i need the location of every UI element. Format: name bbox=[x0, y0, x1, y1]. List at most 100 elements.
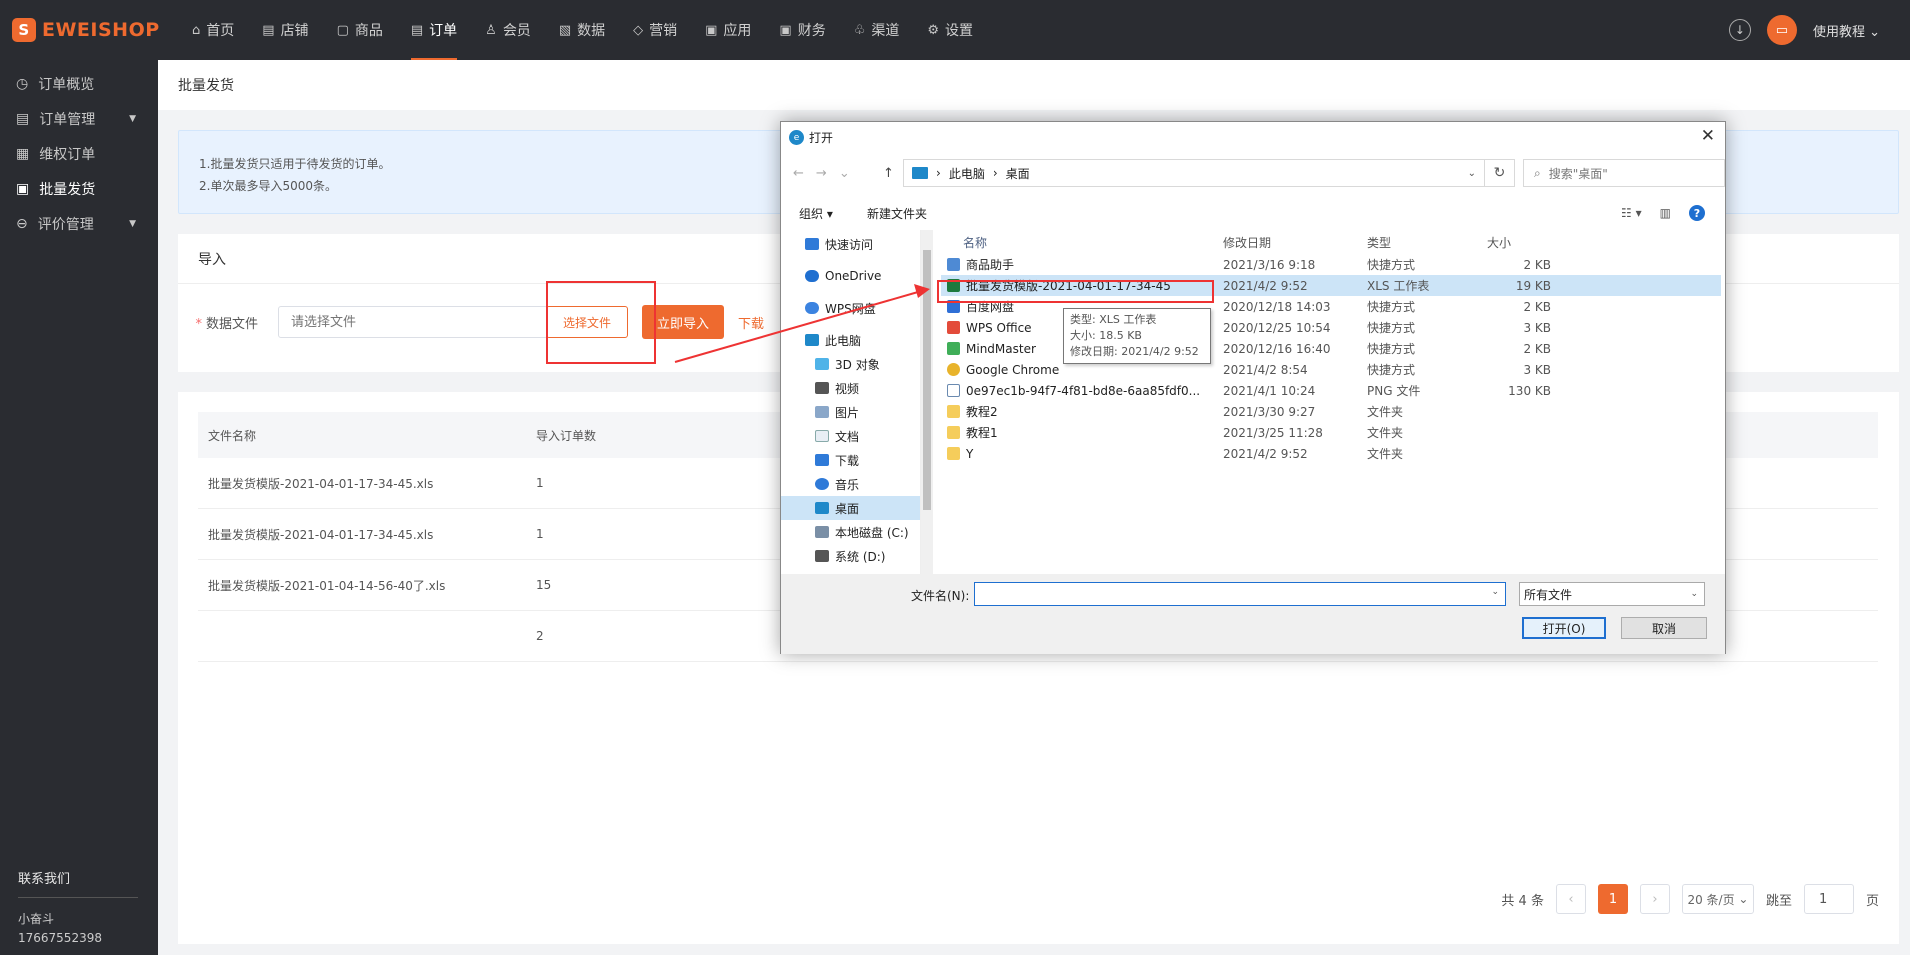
address-bar[interactable]: › 此电脑 › 桌面 ⌄ bbox=[903, 159, 1485, 187]
sidebar-item-rights[interactable]: ▦ 维权订单 bbox=[0, 136, 158, 171]
nav-pictures[interactable]: 图片 bbox=[781, 400, 920, 424]
forward-arrow-icon[interactable]: → bbox=[816, 166, 827, 181]
nav-videos[interactable]: 视频 bbox=[781, 376, 920, 400]
view-mode-icon[interactable]: ☷ ▾ bbox=[1621, 206, 1642, 220]
nav-3d-objects[interactable]: 3D 对象 bbox=[781, 352, 920, 376]
close-icon[interactable]: ✕ bbox=[1701, 126, 1715, 146]
cancel-button[interactable]: 取消 bbox=[1621, 617, 1707, 639]
back-arrow-icon[interactable]: ← bbox=[793, 166, 804, 181]
help-icon[interactable]: ? bbox=[1689, 205, 1705, 221]
chevron-down-icon[interactable]: ⌄ bbox=[1491, 587, 1499, 597]
nav-item-settings[interactable]: ⚙ 设置 bbox=[913, 0, 987, 60]
sidebar-item-overview[interactable]: ◷ 订单概览 bbox=[0, 66, 158, 101]
path-segment[interactable]: 此电脑 bbox=[949, 165, 985, 182]
file-row[interactable]: Google Chrome 2021/4/2 8:54 快捷方式 3 KB bbox=[941, 359, 1721, 380]
preview-pane-icon[interactable]: ▥ bbox=[1660, 206, 1671, 220]
file-size: 2 KB bbox=[1523, 341, 1551, 356]
nav-item-finance[interactable]: ▣ 财务 bbox=[765, 0, 839, 60]
sidebar-item-batch-ship[interactable]: ▣ 批量发货 bbox=[0, 171, 158, 206]
avatar[interactable]: ▭ bbox=[1766, 15, 1797, 45]
chevron-down-icon: ⌄ bbox=[1869, 24, 1880, 40]
filetype-select[interactable]: 所有文件 ⌄ bbox=[1519, 582, 1705, 606]
nav-onedrive[interactable]: OneDrive bbox=[781, 264, 920, 288]
scrollbar-thumb[interactable] bbox=[923, 250, 931, 510]
file-date: 2021/4/2 9:52 bbox=[1223, 446, 1308, 461]
file-row[interactable]: 教程2 2021/3/30 9:27 文件夹 bbox=[941, 401, 1721, 422]
next-page-button[interactable]: › bbox=[1639, 884, 1670, 914]
file-date: 2021/4/1 10:24 bbox=[1223, 383, 1316, 398]
download-template-link[interactable]: 下载 bbox=[738, 313, 764, 332]
cloud-icon bbox=[805, 302, 819, 314]
nav-item-members[interactable]: ♙ 会员 bbox=[471, 0, 545, 60]
path-separator: › bbox=[992, 166, 998, 180]
current-page[interactable]: 1 bbox=[1597, 884, 1628, 914]
nav-pane-label: WPS网盘 bbox=[825, 301, 876, 316]
file-row[interactable]: MindMaster 2020/12/16 16:40 快捷方式 2 KB bbox=[941, 338, 1721, 359]
nav-desktop[interactable]: 桌面 bbox=[781, 496, 920, 520]
nav-documents[interactable]: 文档 bbox=[781, 424, 920, 448]
nav-item-home[interactable]: ⌂ 首页 bbox=[178, 0, 248, 60]
contact-title: 联系我们 bbox=[18, 868, 138, 898]
sidebar-item-label: 批量发货 bbox=[39, 181, 96, 198]
column-date[interactable]: 修改日期 bbox=[1217, 234, 1361, 251]
file-name: Google Chrome bbox=[966, 362, 1060, 377]
page-size-select[interactable]: 20 条/页 ⌄ bbox=[1681, 884, 1754, 914]
dialog-titlebar: e 打开 ✕ bbox=[781, 122, 1725, 152]
download-icon[interactable]: ↓ bbox=[1728, 19, 1751, 41]
search-box[interactable]: ⌕ 搜索"桌面" bbox=[1523, 159, 1725, 187]
nav-drive-d[interactable]: 系统 (D:) bbox=[781, 544, 920, 568]
member-icon: ♙ bbox=[485, 22, 497, 38]
cell-filename: 批量发货模版-2021-04-01-17-34-45.xls bbox=[208, 476, 434, 491]
file-row[interactable]: 商品助手 2021/3/16 9:18 快捷方式 2 KB bbox=[941, 254, 1721, 275]
brand-logo[interactable]: S EWEISHOP bbox=[12, 16, 160, 44]
filename-input[interactable]: ⌄ bbox=[974, 582, 1506, 606]
nav-wps-drive[interactable]: WPS网盘 bbox=[781, 296, 920, 320]
file-date: 2021/4/2 8:54 bbox=[1223, 362, 1308, 377]
file-row[interactable]: Y 2021/4/2 9:52 文件夹 bbox=[941, 443, 1721, 464]
nav-item-goods[interactable]: ▢ 商品 bbox=[323, 0, 397, 60]
jump-page-input[interactable]: 1 bbox=[1803, 884, 1854, 914]
nav-scrollbar[interactable] bbox=[921, 230, 933, 574]
nav-item-marketing[interactable]: ◇ 营销 bbox=[619, 0, 691, 60]
user-menu[interactable]: 使用教程 ⌄ bbox=[1813, 21, 1880, 40]
nav-downloads[interactable]: 下载 bbox=[781, 448, 920, 472]
column-size[interactable]: 大小 bbox=[1481, 234, 1557, 251]
nav-pane-label: OneDrive bbox=[825, 269, 882, 283]
recent-chevron-icon[interactable]: ⌄ bbox=[839, 166, 850, 181]
nav-item-channels[interactable]: ♧ 渠道 bbox=[840, 0, 914, 60]
sidebar-item-reviews[interactable]: ⊖ 评价管理 ▼ bbox=[0, 206, 158, 241]
file-row[interactable]: 教程1 2021/3/25 11:28 文件夹 bbox=[941, 422, 1721, 443]
nav-item-orders[interactable]: ▤ 订单 bbox=[397, 0, 471, 60]
column-name[interactable]: 名称 bbox=[941, 234, 1217, 251]
nav-item-apps[interactable]: ▣ 应用 bbox=[691, 0, 765, 60]
file-date: 2021/3/16 9:18 bbox=[1223, 257, 1316, 272]
chevron-down-icon[interactable]: ⌄ bbox=[1468, 168, 1476, 179]
new-folder-button[interactable]: 新建文件夹 bbox=[867, 205, 927, 222]
organize-menu[interactable]: 组织 ▾ bbox=[781, 205, 867, 222]
cell-filename: 批量发货模版-2021-04-01-17-34-45.xls bbox=[208, 527, 434, 542]
open-button[interactable]: 打开(O) bbox=[1522, 617, 1606, 639]
nav-music[interactable]: 音乐 bbox=[781, 472, 920, 496]
up-arrow-icon[interactable]: ↑ bbox=[883, 166, 903, 181]
nav-quick-access[interactable]: 快速访问 bbox=[781, 232, 920, 256]
refresh-icon[interactable]: ↻ bbox=[1485, 159, 1515, 187]
file-size: 3 KB bbox=[1523, 320, 1551, 335]
column-type[interactable]: 类型 bbox=[1361, 234, 1481, 251]
file-row[interactable]: 0e97ec1b-94f7-4f81-bd8e-6aa85fdf0... 2021… bbox=[941, 380, 1721, 401]
prev-page-button[interactable]: ‹ bbox=[1555, 884, 1586, 914]
nav-drive-c[interactable]: 本地磁盘 (C:) bbox=[781, 520, 920, 544]
file-path-input[interactable] bbox=[278, 306, 548, 338]
column-header: 文件名称 bbox=[208, 428, 257, 443]
file-row[interactable]: WPS Office 2020/12/25 10:54 快捷方式 3 KB bbox=[941, 317, 1721, 338]
nav-item-shop[interactable]: ▤ 店铺 bbox=[248, 0, 322, 60]
sidebar-item-order-manage[interactable]: ▤ 订单管理 ▼ bbox=[0, 101, 158, 136]
page-unit: 页 bbox=[1865, 893, 1879, 909]
file-label: * 数据文件 bbox=[178, 313, 278, 332]
file-name: Y bbox=[966, 446, 974, 461]
goods-icon: ▢ bbox=[336, 22, 349, 38]
nav-item-data[interactable]: ▧ 数据 bbox=[545, 0, 619, 60]
nav-label: 店铺 bbox=[280, 23, 309, 39]
path-segment[interactable]: 桌面 bbox=[1006, 165, 1030, 182]
nav-label: 首页 bbox=[206, 23, 235, 39]
nav-this-pc[interactable]: 此电脑 bbox=[781, 328, 920, 352]
